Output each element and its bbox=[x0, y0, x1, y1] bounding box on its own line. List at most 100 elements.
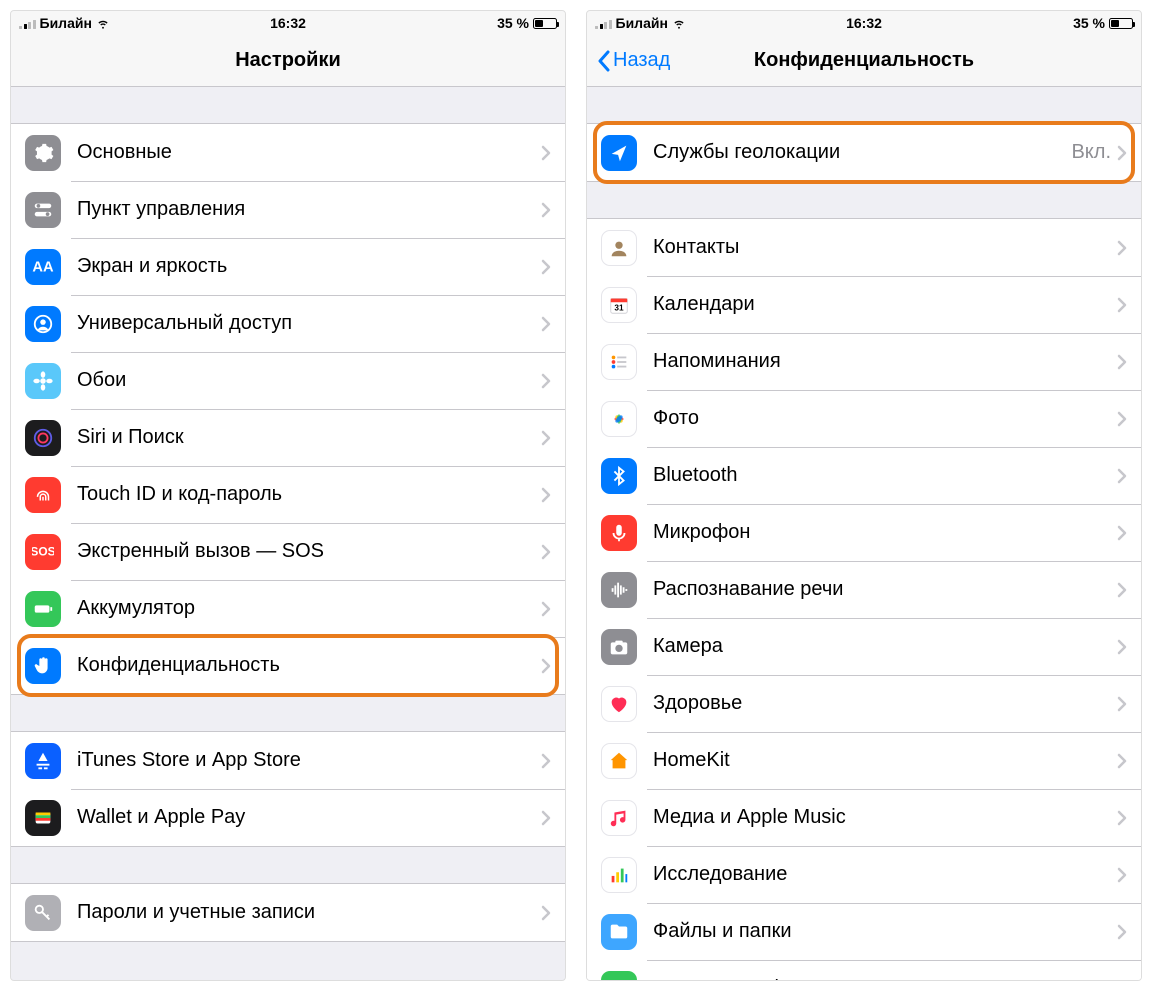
bars-icon bbox=[601, 857, 637, 893]
chevron-right-icon bbox=[1117, 240, 1127, 256]
row-camera[interactable]: Камера bbox=[587, 618, 1141, 675]
chevron-right-icon bbox=[541, 259, 551, 275]
page-title: Настройки bbox=[235, 49, 341, 72]
row-microphone[interactable]: Микрофон bbox=[587, 504, 1141, 561]
row-location[interactable]: Службы геолокацииВкл. bbox=[587, 124, 1141, 181]
row-speech[interactable]: Распознавание речи bbox=[587, 561, 1141, 618]
row-label: Распознавание речи bbox=[653, 578, 1117, 601]
status-time: 16:32 bbox=[11, 15, 565, 31]
row-media[interactable]: Медиа и Apple Music bbox=[587, 789, 1141, 846]
svg-text:SOS: SOS bbox=[32, 544, 54, 558]
chevron-right-icon bbox=[1117, 525, 1127, 541]
chevron-right-icon bbox=[541, 905, 551, 921]
chevron-right-icon bbox=[541, 810, 551, 826]
row-controlcenter[interactable]: Пункт управления bbox=[11, 181, 565, 238]
row-research[interactable]: Исследование bbox=[587, 846, 1141, 903]
row-label: Напоминания bbox=[653, 350, 1117, 373]
nav-bar: Настройки bbox=[11, 35, 565, 87]
row-health[interactable]: Здоровье bbox=[587, 675, 1141, 732]
fingerprint-icon bbox=[25, 477, 61, 513]
back-button[interactable]: Назад bbox=[591, 35, 676, 86]
home-icon bbox=[601, 743, 637, 779]
chevron-right-icon bbox=[1117, 639, 1127, 655]
row-label: Контакты bbox=[653, 236, 1117, 259]
chevron-right-icon bbox=[1117, 810, 1127, 826]
chevron-left-icon bbox=[597, 50, 611, 72]
row-label: Фото bbox=[653, 407, 1117, 430]
chevron-right-icon bbox=[1117, 297, 1127, 313]
row-label: Микрофон bbox=[653, 521, 1117, 544]
row-touchid[interactable]: Touch ID и код-пароль bbox=[11, 466, 565, 523]
svg-text:31: 31 bbox=[614, 303, 624, 312]
row-label: iTunes Store и App Store bbox=[77, 749, 541, 772]
row-motion[interactable]: Движение и фитнес bbox=[587, 960, 1141, 980]
row-general[interactable]: Основные bbox=[11, 124, 565, 181]
row-label: Аккумулятор bbox=[77, 597, 541, 620]
row-label: Файлы и папки bbox=[653, 920, 1117, 943]
chevron-right-icon bbox=[541, 487, 551, 503]
row-calendars[interactable]: 31 Календари bbox=[587, 276, 1141, 333]
gear-icon bbox=[25, 135, 61, 171]
row-label: Исследование bbox=[653, 863, 1117, 886]
row-wallet[interactable]: Wallet и Apple Pay bbox=[11, 789, 565, 846]
row-label: Пункт управления bbox=[77, 198, 541, 221]
status-bar: Билайн 16:32 35 % bbox=[11, 11, 565, 35]
row-photos[interactable]: Фото bbox=[587, 390, 1141, 447]
back-label: Назад bbox=[613, 49, 670, 72]
chevron-right-icon bbox=[1117, 468, 1127, 484]
bluetooth-icon bbox=[601, 458, 637, 494]
privacy-screen: Билайн 16:32 35 % Назад Конфиденциальнос… bbox=[586, 10, 1142, 981]
row-label: Siri и Поиск bbox=[77, 426, 541, 449]
row-passwords[interactable]: Пароли и учетные записи bbox=[11, 884, 565, 941]
row-label: Календари bbox=[653, 293, 1117, 316]
chevron-right-icon bbox=[541, 430, 551, 446]
row-itunes[interactable]: iTunes Store и App Store bbox=[11, 732, 565, 789]
row-value: Вкл. bbox=[1071, 141, 1111, 164]
row-privacy[interactable]: Конфиденциальность bbox=[11, 637, 565, 694]
chevron-right-icon bbox=[541, 202, 551, 218]
chevron-right-icon bbox=[1117, 145, 1127, 161]
nav-bar: Назад Конфиденциальность bbox=[587, 35, 1141, 87]
row-files[interactable]: Файлы и папки bbox=[587, 903, 1141, 960]
heart-icon bbox=[601, 686, 637, 722]
flower-icon bbox=[25, 363, 61, 399]
key-icon bbox=[25, 895, 61, 931]
row-homekit[interactable]: HomeKit bbox=[587, 732, 1141, 789]
row-label: HomeKit bbox=[653, 749, 1117, 772]
chevron-right-icon bbox=[541, 544, 551, 560]
row-reminders[interactable]: Напоминания bbox=[587, 333, 1141, 390]
row-contacts[interactable]: Контакты bbox=[587, 219, 1141, 276]
row-label: Основные bbox=[77, 141, 541, 164]
settings-screen: Билайн 16:32 35 % Настройки Основные Пунк… bbox=[10, 10, 566, 981]
switches-icon bbox=[25, 192, 61, 228]
chevron-right-icon bbox=[1117, 696, 1127, 712]
row-label: Пароли и учетные записи bbox=[77, 901, 541, 924]
row-label: Камера bbox=[653, 635, 1117, 658]
row-label: Медиа и Apple Music bbox=[653, 806, 1117, 829]
row-bluetooth[interactable]: Bluetooth bbox=[587, 447, 1141, 504]
text-aa-icon: AA bbox=[25, 249, 61, 285]
row-sos[interactable]: SOS Экстренный вызов — SOS bbox=[11, 523, 565, 580]
folder-icon bbox=[601, 914, 637, 950]
waveform-icon bbox=[601, 572, 637, 608]
row-siri[interactable]: Siri и Поиск bbox=[11, 409, 565, 466]
row-label: Движение и фитнес bbox=[653, 977, 1117, 980]
row-label: Bluetooth bbox=[653, 464, 1117, 487]
chevron-right-icon bbox=[541, 658, 551, 674]
runner-icon bbox=[601, 971, 637, 981]
row-battery[interactable]: Аккумулятор bbox=[11, 580, 565, 637]
battery-icon bbox=[1109, 18, 1133, 29]
row-wallpaper[interactable]: Обои bbox=[11, 352, 565, 409]
chevron-right-icon bbox=[1117, 867, 1127, 883]
chevron-right-icon bbox=[541, 601, 551, 617]
arrow-location-icon bbox=[601, 135, 637, 171]
row-label: Экран и яркость bbox=[77, 255, 541, 278]
row-accessibility[interactable]: Универсальный доступ bbox=[11, 295, 565, 352]
chevron-right-icon bbox=[1117, 582, 1127, 598]
row-label: Экстренный вызов — SOS bbox=[77, 540, 541, 563]
chevron-right-icon bbox=[541, 753, 551, 769]
reminders-icon bbox=[601, 344, 637, 380]
row-display[interactable]: AA Экран и яркость bbox=[11, 238, 565, 295]
chevron-right-icon bbox=[1117, 924, 1127, 940]
row-label: Здоровье bbox=[653, 692, 1117, 715]
